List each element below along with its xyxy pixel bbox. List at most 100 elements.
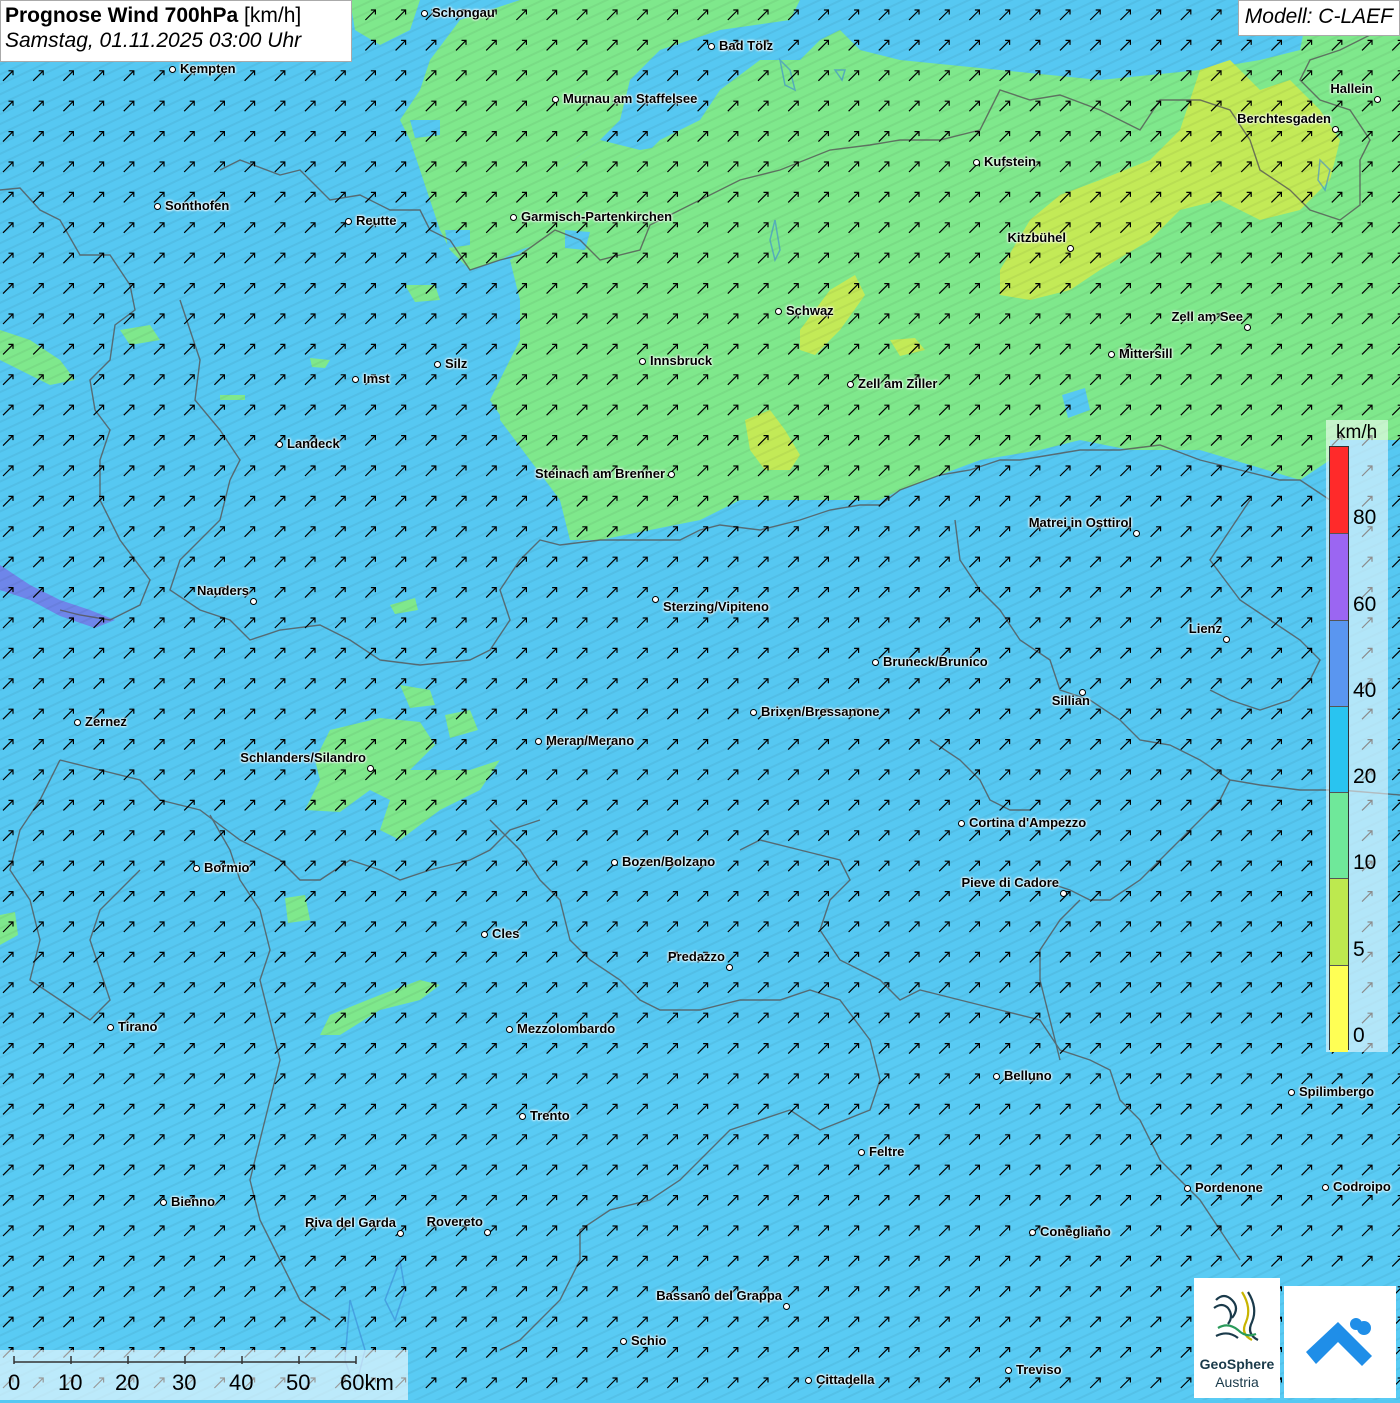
city-marker[interactable] bbox=[106, 1023, 114, 1031]
geosphere-country: Austria bbox=[1215, 1374, 1259, 1390]
city-marker[interactable] bbox=[509, 213, 517, 221]
city-marker[interactable] bbox=[505, 1025, 513, 1033]
city-label: Bienno bbox=[171, 1194, 216, 1209]
city-marker[interactable] bbox=[1059, 889, 1067, 897]
city-label: Riva del Garda bbox=[304, 1215, 396, 1230]
weather-app-logo[interactable] bbox=[1284, 1286, 1396, 1398]
city-marker[interactable] bbox=[610, 858, 618, 866]
city-marker[interactable] bbox=[972, 158, 980, 166]
city-marker[interactable] bbox=[725, 963, 733, 971]
city-marker[interactable] bbox=[1107, 350, 1115, 358]
city-marker[interactable] bbox=[1132, 529, 1140, 537]
scale-label: 20 bbox=[115, 1370, 140, 1395]
map-title-unit: [km/h] bbox=[244, 4, 302, 27]
city-marker[interactable] bbox=[1004, 1366, 1012, 1374]
legend-segment bbox=[1330, 705, 1348, 794]
city-marker[interactable] bbox=[351, 375, 359, 383]
legend-unit: km/h bbox=[1336, 422, 1378, 443]
city-label: Kempten bbox=[180, 61, 236, 76]
city-marker[interactable] bbox=[846, 380, 854, 388]
city-label: Sterzing/Vipiteno bbox=[663, 599, 769, 614]
city-marker[interactable] bbox=[483, 1228, 491, 1236]
city-label: Schwaz bbox=[786, 303, 834, 318]
city-label: Cittadella bbox=[816, 1372, 875, 1387]
legend-segment bbox=[1330, 447, 1348, 534]
city-marker[interactable] bbox=[1066, 244, 1074, 252]
city-label: Bozen/Bolzano bbox=[622, 854, 716, 869]
city-marker[interactable] bbox=[749, 708, 757, 716]
city-marker[interactable] bbox=[534, 737, 542, 745]
city-label: Schio bbox=[631, 1333, 667, 1348]
city-label: Sillian bbox=[1051, 693, 1090, 708]
city-marker[interactable] bbox=[782, 1302, 790, 1310]
city-label: Treviso bbox=[1016, 1362, 1062, 1377]
legend-tick-label: 60 bbox=[1353, 592, 1377, 616]
city-marker[interactable] bbox=[1222, 635, 1230, 643]
city-marker[interactable] bbox=[957, 819, 965, 827]
city-label: Berchtesgaden bbox=[1237, 111, 1331, 126]
city-label: Cles bbox=[492, 926, 520, 941]
map-title: Prognose Wind 700hPa [km/h] bbox=[5, 4, 347, 28]
scale-label: 60km bbox=[340, 1370, 394, 1395]
city-marker[interactable] bbox=[344, 217, 352, 225]
city-marker[interactable] bbox=[192, 864, 200, 872]
city-marker[interactable] bbox=[1243, 323, 1251, 331]
city-label: Reutte bbox=[356, 213, 397, 228]
legend-bar bbox=[1329, 446, 1349, 1052]
city-marker[interactable] bbox=[1028, 1228, 1036, 1236]
city-marker[interactable] bbox=[153, 202, 161, 210]
city-label: Landeck bbox=[287, 436, 340, 451]
scale-bar: 0 10 20 30 40 50 60km bbox=[0, 1350, 408, 1400]
city-marker[interactable] bbox=[1373, 95, 1381, 103]
city-marker[interactable] bbox=[275, 440, 283, 448]
legend-segment bbox=[1330, 792, 1348, 880]
city-label: Murnau am Staffelsee bbox=[563, 91, 698, 106]
city-label: Meran/Merano bbox=[546, 733, 635, 748]
city-marker[interactable] bbox=[707, 42, 715, 50]
color-legend: km/h 80 60 40 20 10 5 0 bbox=[1326, 420, 1388, 1052]
city-marker[interactable] bbox=[774, 307, 782, 315]
city-label: Bassano del Grappa bbox=[656, 1288, 782, 1303]
city-label: Brixen/Bressanone bbox=[761, 704, 880, 719]
city-marker[interactable] bbox=[249, 597, 257, 605]
model-label: Modell: C-LAEF bbox=[1237, 0, 1400, 36]
city-marker[interactable] bbox=[366, 764, 374, 772]
city-label: Silz bbox=[445, 356, 468, 371]
city-label: Sonthofen bbox=[165, 198, 230, 213]
city-marker[interactable] bbox=[992, 1072, 1000, 1080]
city-marker[interactable] bbox=[551, 95, 559, 103]
city-marker[interactable] bbox=[480, 930, 488, 938]
city-label: Bruneck/Brunico bbox=[883, 654, 988, 669]
city-marker[interactable] bbox=[420, 9, 428, 17]
city-marker[interactable] bbox=[168, 65, 176, 73]
city-marker[interactable] bbox=[433, 360, 441, 368]
city-marker[interactable] bbox=[1331, 125, 1339, 133]
legend-segment bbox=[1330, 533, 1348, 621]
weather-app-icon bbox=[1306, 1318, 1372, 1366]
city-marker[interactable] bbox=[857, 1148, 865, 1156]
city-marker[interactable] bbox=[667, 470, 675, 478]
city-marker[interactable] bbox=[159, 1198, 167, 1206]
city-label: Schlanders/Silandro bbox=[240, 750, 366, 765]
city-marker[interactable] bbox=[1321, 1183, 1329, 1191]
title-box: Prognose Wind 700hPa [km/h] Samstag, 01.… bbox=[0, 0, 352, 62]
geosphere-logo[interactable]: GeoSphere Austria bbox=[1194, 1278, 1280, 1398]
city-label: Mittersill bbox=[1119, 346, 1173, 361]
city-marker[interactable] bbox=[1287, 1088, 1295, 1096]
city-marker[interactable] bbox=[518, 1112, 526, 1120]
city-marker[interactable] bbox=[619, 1337, 627, 1345]
city-label: Predazzo bbox=[667, 949, 725, 964]
legend-tick-label: 5 bbox=[1353, 937, 1365, 961]
city-label: Mezzolombardo bbox=[517, 1021, 616, 1036]
city-label: Innsbruck bbox=[650, 353, 713, 368]
legend-tick-label: 40 bbox=[1353, 678, 1377, 702]
city-marker[interactable] bbox=[638, 357, 646, 365]
city-label: Kufstein bbox=[984, 154, 1036, 169]
city-marker[interactable] bbox=[804, 1376, 812, 1384]
city-marker[interactable] bbox=[1183, 1184, 1191, 1192]
city-marker[interactable] bbox=[73, 718, 81, 726]
city-marker[interactable] bbox=[871, 658, 879, 666]
legend-tick-label: 0 bbox=[1353, 1024, 1365, 1047]
city-marker[interactable] bbox=[651, 595, 659, 603]
city-marker[interactable] bbox=[396, 1229, 404, 1237]
